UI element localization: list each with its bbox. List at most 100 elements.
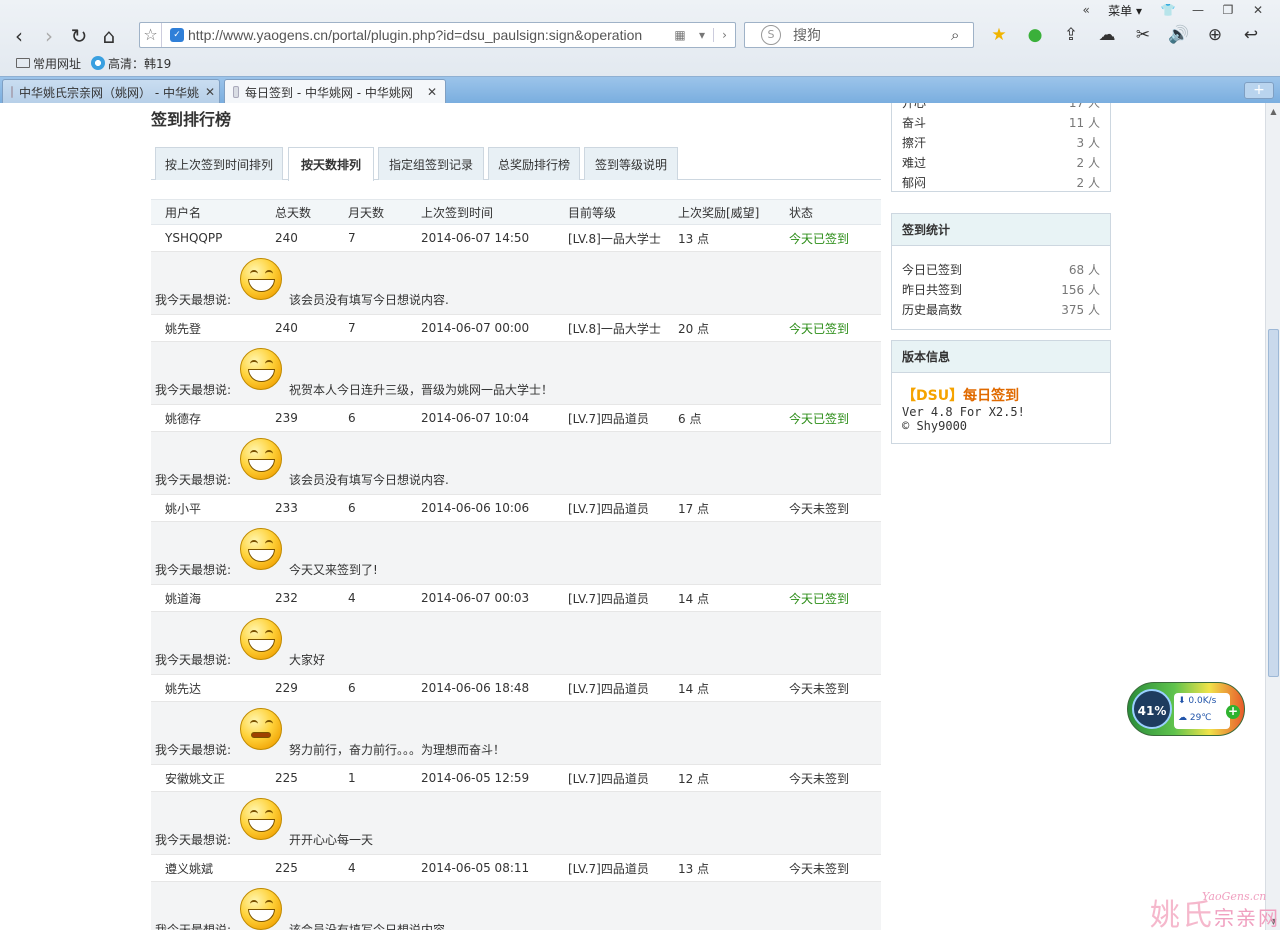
month-days: 6 [348, 411, 356, 425]
tab-by-last-time[interactable]: 按上次签到时间排列 [155, 147, 283, 180]
stats-item: 今日已签到 68 人 [902, 263, 1100, 277]
table-body: YSHQQPP 240 7 2014-06-07 14:50 [LV.8]一品大学士 13… [151, 225, 881, 930]
username-link[interactable]: 姚先达 [165, 675, 201, 701]
url-text[interactable]: http://www.yaogens.cn/portal/plugin.php?… [188, 27, 669, 43]
say-label: 我今天最想说: [155, 293, 232, 307]
search-box[interactable]: S 搜狗 ⌕ [744, 22, 974, 48]
widget-plus-icon[interactable]: + [1226, 705, 1240, 719]
speed-panel: ⬇ 0.0K/s ☁ 29℃ [1174, 693, 1230, 729]
username-link[interactable]: 安徽姚文正 [165, 765, 225, 791]
sogou-logo-icon[interactable]: S [761, 25, 781, 45]
table-header: 用户名 总天数 月天数 上次签到时间 目前等级 上次奖励[威望] 状态 [151, 199, 881, 225]
username-link[interactable]: 姚先登 [165, 315, 201, 341]
restore-button[interactable]: ❐ [1216, 3, 1240, 17]
minimize-button[interactable]: — [1186, 3, 1210, 17]
browser-tab-signin[interactable]: 每日签到 - 中华姚网 - 中华姚网 ✕ [224, 79, 446, 104]
share-icon[interactable]: ⇪ [1054, 22, 1088, 48]
copyright-line: © Shy9000 [902, 419, 968, 433]
favorites-star-icon[interactable]: ★ [982, 22, 1016, 48]
tab-bar: 中华姚氏宗亲网（姚网） - 中华姚 ✕ 每日签到 - 中华姚网 - 中华姚网 ✕ + [0, 76, 1280, 104]
home-icon[interactable]: ⌂ [94, 22, 124, 50]
stats-item: 昨日共签到 156 人 [902, 283, 1100, 297]
browser-tab-home[interactable]: 中华姚氏宗亲网（姚网） - 中华姚 ✕ [2, 79, 220, 104]
user-message: 该会员没有填写今日想说内容. [289, 293, 449, 307]
mood-grin-icon [240, 438, 282, 480]
nav-bar: ‹ › ↻ ⌂ ☆ ✓ http://www.yaogens.cn/portal… [0, 20, 1280, 52]
scroll-thumb[interactable] [1268, 329, 1279, 677]
user-level: [LV.7]四品道员 [568, 771, 649, 786]
collapse-icon[interactable]: « [1074, 3, 1098, 17]
download-icon[interactable]: ⊕ [1198, 22, 1232, 48]
mood-grin-icon [240, 618, 282, 660]
message-row: 我今天最想说: 努力前行，奋力前行。。。为理想而奋斗！ [151, 701, 881, 765]
last-signin-time: 2014-06-05 08:11 [421, 861, 530, 875]
version-box: 版本信息 【DSU】每日签到 Ver 4.8 For X2.5! © Shy90… [891, 340, 1111, 444]
user-message: 祝贺本人今日连升三级，晋级为姚网一品大学士！ [289, 383, 554, 397]
mood-grin-icon [240, 888, 282, 930]
tab-group-records[interactable]: 指定组签到记录 [378, 147, 484, 180]
tab-total-reward[interactable]: 总奖励排行榜 [488, 147, 580, 180]
scissors-icon[interactable]: ✂ [1126, 22, 1160, 48]
network-speed-widget[interactable]: 41% ⬇ 0.0K/s ☁ 29℃ + [1127, 682, 1245, 736]
reload-icon[interactable]: ↻ [64, 22, 94, 50]
back-icon[interactable]: ‹ [4, 22, 34, 50]
close-window-button[interactable]: ✕ [1246, 3, 1270, 17]
bookmark-hd[interactable]: 高清：韩19 [91, 55, 171, 72]
temperature: ☁ 29℃ [1178, 713, 1212, 723]
favicon-icon [233, 86, 240, 98]
last-signin-time: 2014-06-07 14:50 [421, 231, 530, 245]
month-days: 7 [348, 231, 356, 245]
qr-icon[interactable]: ▦ [669, 28, 691, 42]
chat-icon[interactable]: ● [1018, 22, 1052, 48]
last-reward: 17 点 [678, 501, 710, 516]
dropdown-icon[interactable]: ▾ [691, 28, 713, 42]
user-level: [LV.7]四品道员 [568, 861, 649, 876]
username-link[interactable]: 姚小平 [165, 495, 201, 521]
total-days: 229 [275, 681, 298, 695]
search-icon[interactable]: ⌕ [951, 26, 973, 44]
tab-by-days[interactable]: 按天数排列 [288, 147, 374, 181]
username-link[interactable]: 姚道海 [165, 585, 201, 611]
table-row: 姚先达 229 6 2014-06-06 18:48 [LV.7]四品道员 14 点 今天未… [151, 675, 881, 701]
last-signin-time: 2014-06-07 00:00 [421, 321, 530, 335]
undo-icon[interactable]: ↩ [1234, 22, 1268, 48]
signin-status: 今天未签到 [789, 771, 850, 786]
message-row: 我今天最想说: 该会员没有填写今日想说内容. [151, 881, 881, 930]
new-tab-button[interactable]: + [1244, 82, 1274, 99]
search-input[interactable]: 搜狗 [793, 25, 951, 45]
month-days: 7 [348, 321, 356, 335]
user-level: [LV.7]四品道员 [568, 681, 649, 696]
volume-icon[interactable]: 🔊 [1162, 22, 1196, 48]
message-row: 我今天最想说: 祝贺本人今日连升三级，晋级为姚网一品大学士！ [151, 341, 881, 405]
close-tab-icon[interactable]: ✕ [427, 85, 437, 99]
message-row: 我今天最想说: 大家好 [151, 611, 881, 675]
go-icon[interactable]: › [713, 28, 735, 42]
last-reward: 13 点 [678, 231, 710, 246]
col-month-days: 月天数 [348, 205, 385, 220]
user-level: [LV.7]四品道员 [568, 501, 649, 516]
menu-button[interactable]: 菜单 ▾ [1108, 2, 1142, 19]
close-tab-icon[interactable]: ✕ [205, 85, 215, 99]
tab-level-info[interactable]: 签到等级说明 [584, 147, 678, 180]
username-link[interactable]: 姚德存 [165, 405, 201, 431]
cloud-icon[interactable]: ☁ [1090, 22, 1124, 48]
col-level: 目前等级 [568, 205, 617, 220]
scroll-up-icon[interactable]: ▲ [1269, 107, 1278, 116]
say-label: 我今天最想说: [155, 473, 232, 487]
ranking-tabs: 按上次签到时间排列 按天数排列 指定组签到记录 总奖励排行榜 签到等级说明 [151, 147, 881, 181]
signin-stats-box: 签到统计 今日已签到 68 人昨日共签到 156 人历史最高数 375 人 [891, 213, 1111, 330]
skin-icon[interactable]: 👕 [1156, 3, 1180, 17]
table-row: 遵义姚斌 225 4 2014-06-05 08:11 [LV.7]四品道员 13 点 今天… [151, 855, 881, 881]
say-label: 我今天最想说: [155, 383, 232, 397]
table-row: YSHQQPP 240 7 2014-06-07 14:50 [LV.8]一品大学士 13… [151, 225, 881, 251]
bookmark-star-icon[interactable]: ☆ [140, 23, 162, 47]
address-bar[interactable]: ☆ ✓ http://www.yaogens.cn/portal/plugin.… [139, 22, 736, 48]
toolbar: ★ ● ⇪ ☁ ✂ 🔊 ⊕ ↩ [982, 22, 1268, 48]
bookmark-common[interactable]: 常用网址 [16, 55, 81, 72]
last-signin-time: 2014-06-07 10:04 [421, 411, 530, 425]
username-link[interactable]: 遵义姚斌 [165, 855, 213, 881]
page-scrollbar[interactable]: ▲ ▼ [1265, 103, 1280, 930]
forward-icon[interactable]: › [34, 22, 64, 50]
username-link[interactable]: YSHQQPP [165, 225, 222, 251]
ranking-table: 用户名 总天数 月天数 上次签到时间 目前等级 上次奖励[威望] 状态 YSHQ… [151, 199, 881, 930]
